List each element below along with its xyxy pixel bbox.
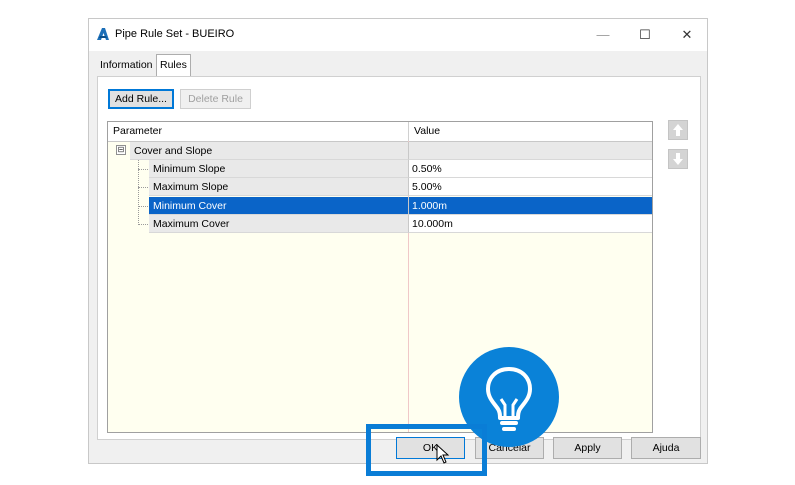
table-row[interactable]: Maximum Slope 5.00% — [108, 178, 652, 196]
value-cell[interactable]: 0.50% — [408, 160, 652, 178]
rules-grid: Parameter Value Cover and Slope Minimum … — [107, 121, 653, 433]
apply-button[interactable]: Apply — [553, 437, 622, 459]
title-bar[interactable]: Pipe Rule Set - BUEIRO — ☐ ✕ — [89, 19, 707, 51]
tab-rules[interactable]: Rules — [156, 54, 191, 77]
table-row-selected[interactable]: Minimum Cover 1.000m — [108, 197, 652, 215]
arrow-down-icon — [673, 153, 683, 165]
column-header-value[interactable]: Value — [409, 122, 440, 141]
group-label: Cover and Slope — [130, 142, 408, 160]
parameter-cell: Maximum Cover — [149, 215, 408, 233]
move-down-button[interactable] — [668, 149, 688, 169]
close-button[interactable]: ✕ — [673, 25, 701, 45]
grid-header: Parameter Value — [108, 122, 652, 142]
arrow-up-icon — [673, 124, 683, 136]
autodesk-a-icon — [97, 28, 109, 40]
tree-connector — [138, 206, 148, 207]
column-header-parameter[interactable]: Parameter — [108, 122, 162, 141]
delete-rule-button[interactable]: Delete Rule — [180, 89, 251, 109]
group-row-cover-and-slope[interactable]: Cover and Slope — [108, 142, 652, 160]
minimize-button[interactable]: — — [589, 25, 617, 45]
move-up-button[interactable] — [668, 120, 688, 140]
value-cell[interactable]: 10.000m — [408, 215, 652, 233]
table-row[interactable]: Maximum Cover 10.000m — [108, 215, 652, 233]
tree-connector — [138, 224, 148, 225]
maximize-button[interactable]: ☐ — [631, 25, 659, 45]
window-title: Pipe Rule Set - BUEIRO — [115, 28, 235, 40]
parameter-cell: Minimum Slope — [149, 160, 408, 178]
mouse-cursor-icon — [436, 444, 450, 464]
parameter-cell: Minimum Cover — [149, 197, 408, 215]
tab-information[interactable]: Information — [97, 55, 156, 76]
help-button[interactable]: Ajuda — [631, 437, 701, 459]
parameter-cell: Maximum Slope — [149, 178, 408, 196]
ok-highlight-frame — [366, 424, 487, 476]
tree-connector — [138, 187, 148, 188]
tree-connector — [138, 169, 148, 170]
add-rule-button[interactable]: Add Rule... — [108, 89, 174, 109]
group-value-cell — [408, 142, 652, 160]
value-cell[interactable]: 5.00% — [408, 178, 652, 196]
collapse-toggle-icon[interactable]: ⊟ — [116, 145, 126, 155]
table-row[interactable]: Minimum Slope 0.50% — [108, 160, 652, 178]
value-cell[interactable]: 1.000m — [408, 197, 652, 215]
